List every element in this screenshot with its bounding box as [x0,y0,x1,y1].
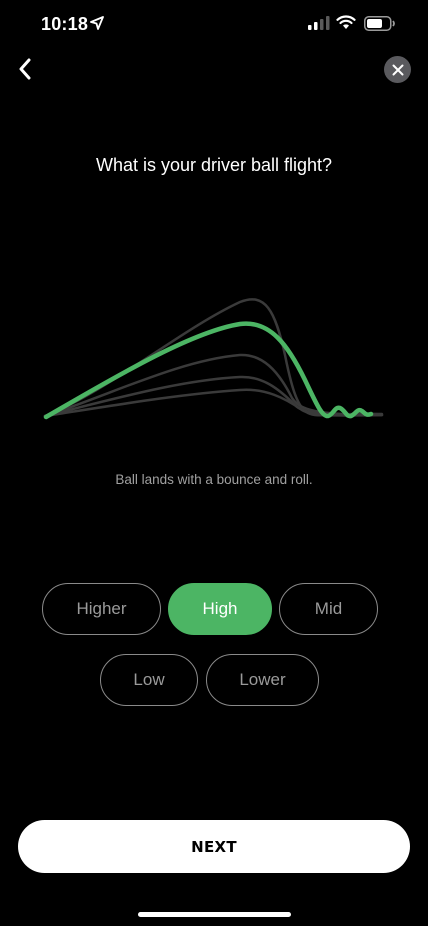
option-lower[interactable]: Lower [206,654,319,706]
wifi-icon [336,15,356,29]
faded-trajectories [43,298,384,418]
option-higher[interactable]: Higher [42,583,161,635]
battery-icon [364,16,395,31]
close-button[interactable] [384,56,411,83]
option-mid[interactable]: Mid [279,583,378,635]
status-bar: 10:18 [0,0,428,50]
close-icon [392,64,403,75]
home-indicator [138,912,291,917]
chevron-left-icon [19,58,31,80]
grid-lines [47,275,373,455]
location-arrow-icon [90,16,104,30]
status-time: 10:18 [41,14,89,34]
next-button[interactable]: NEXT [18,820,410,873]
back-button[interactable] [10,54,40,84]
option-low[interactable]: Low [100,654,198,706]
ball-flight-illustration [43,275,384,455]
cellular-signal-icon [308,16,330,30]
option-high[interactable]: High [168,583,272,635]
question-title: What is your driver ball flight? [95,155,333,175]
flight-description: Ball lands with a bounce and roll. [115,472,313,487]
